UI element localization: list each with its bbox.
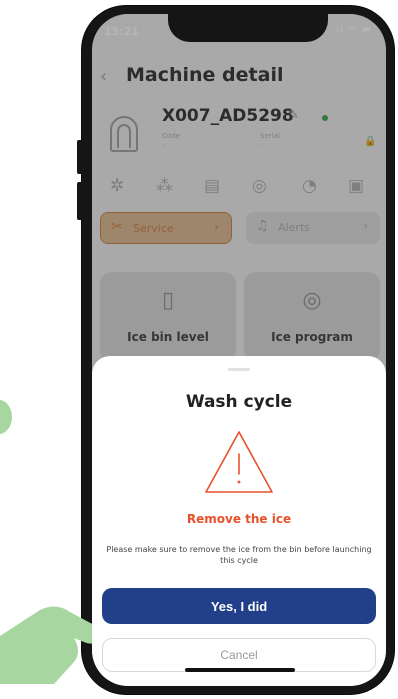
confirm-button[interactable]: Yes, I did bbox=[102, 588, 376, 624]
phone-side-button-upper bbox=[77, 140, 83, 174]
phone-side-button-lower bbox=[77, 182, 83, 220]
phone-notch bbox=[168, 6, 328, 42]
sheet-title: Wash cycle bbox=[185, 392, 293, 412]
wash-cycle-sheet: Wash cycle Remove the ice Please make su… bbox=[92, 356, 386, 686]
phone-screen: 15:21 ıl ≈ ▬ ‹ Machine detail X007_AD529… bbox=[92, 14, 386, 686]
warning-message: Please make sure to remove the ice from … bbox=[106, 545, 372, 565]
decorative-leaf bbox=[0, 400, 12, 434]
warning-triangle-icon bbox=[205, 431, 273, 493]
warning-title: Remove the ice bbox=[186, 512, 292, 526]
sheet-grabber[interactable] bbox=[228, 368, 250, 371]
cancel-button[interactable]: Cancel bbox=[102, 638, 376, 672]
home-indicator[interactable] bbox=[185, 668, 295, 672]
